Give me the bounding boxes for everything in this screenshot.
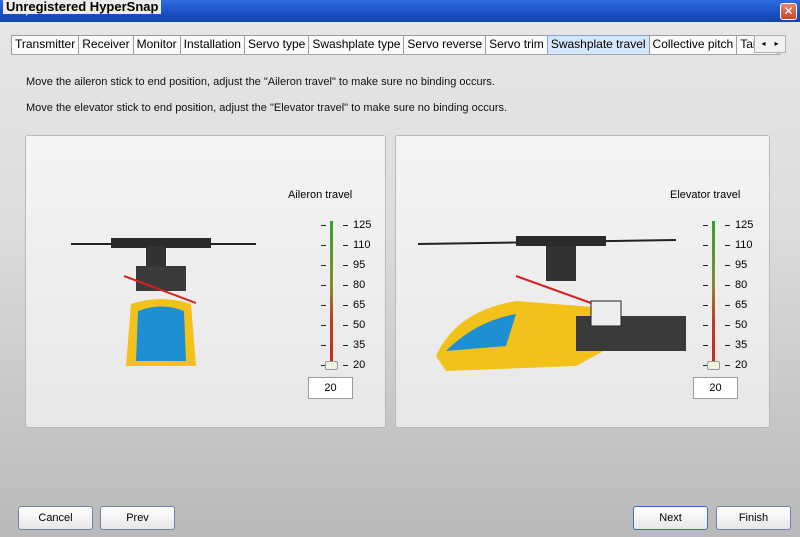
tab-scroll-buttons: ◂ ▸ [754, 35, 786, 53]
elevator-travel-label: Elevator travel [670, 189, 741, 201]
scale-label: 95 [735, 259, 748, 271]
elevator-travel-gauge[interactable]: 125 110 95 80 65 50 35 20 [695, 219, 765, 381]
scale-label: 110 [735, 239, 753, 251]
close-button[interactable]: ✕ [780, 3, 797, 20]
scroll-right-icon[interactable]: ▸ [770, 36, 783, 52]
aileron-panel: Aileron travel 125 110 95 80 65 50 35 20… [25, 135, 386, 428]
tab-monitor[interactable]: Monitor [132, 35, 181, 54]
aileron-instruction: Move the aileron stick to end position, … [26, 76, 495, 88]
aileron-travel-gauge[interactable]: 125 110 95 80 65 50 35 20 [313, 219, 383, 381]
aileron-gauge-bar [330, 221, 333, 366]
cancel-button[interactable]: Cancel [18, 506, 93, 530]
tab-servo-type[interactable]: Servo type [243, 35, 310, 54]
close-icon: ✕ [783, 4, 794, 18]
aileron-value-field[interactable]: 20 [308, 377, 353, 399]
scale-label: 20 [735, 359, 748, 371]
tab-strip: Transmitter Receiver Monitor Installation Se… [11, 35, 786, 55]
scale-label: 95 [353, 259, 366, 271]
scale-label: 35 [735, 339, 748, 351]
finish-button[interactable]: Finish [716, 506, 791, 530]
scale-label: 80 [353, 279, 366, 291]
tab-installation[interactable]: Installation [179, 35, 245, 54]
scroll-left-icon[interactable]: ◂ [757, 36, 770, 52]
scale-label: 110 [353, 239, 371, 251]
prev-button[interactable]: Prev [100, 506, 175, 530]
tab-swashplate-travel[interactable]: Swashplate travel [546, 35, 650, 54]
tab-collective-pitch[interactable]: Collective pitch [648, 35, 738, 54]
elevator-instruction: Move the elevator stick to end position,… [26, 102, 508, 114]
watermark-text: Unregistered HyperSnap [3, 0, 162, 14]
tab-servo-reverse[interactable]: Servo reverse [403, 35, 487, 54]
scale-label: 35 [353, 339, 366, 351]
scale-label: 65 [353, 299, 366, 311]
next-button[interactable]: Next [633, 506, 708, 530]
elevator-value-field[interactable]: 20 [693, 377, 738, 399]
elevator-gauge-bar [712, 221, 715, 366]
tab-receiver[interactable]: Receiver [78, 35, 134, 54]
scale-label: 125 [735, 219, 754, 231]
elevator-panel: Elevator travel 125 110 95 80 65 50 35 2… [395, 135, 770, 428]
scale-label: 20 [353, 359, 366, 371]
tab-transmitter[interactable]: Transmitter [11, 35, 80, 54]
scale-label: 65 [735, 299, 748, 311]
helicopter-side-image [417, 236, 686, 371]
scale-label: 50 [735, 319, 748, 331]
tab-servo-trim[interactable]: Servo trim [485, 35, 548, 54]
tab-swashplate-type[interactable]: Swashplate type [308, 35, 405, 54]
helicopter-front-image [71, 238, 256, 366]
aileron-travel-label: Aileron travel [288, 189, 353, 201]
title-bar: Setup Unregistered HyperSnap ✕ [0, 0, 800, 22]
scale-label: 125 [353, 219, 372, 231]
elevator-slider-handle[interactable] [707, 361, 720, 370]
scale-label: 80 [735, 279, 748, 291]
scale-label: 50 [353, 319, 366, 331]
aileron-slider-handle[interactable] [325, 361, 338, 370]
